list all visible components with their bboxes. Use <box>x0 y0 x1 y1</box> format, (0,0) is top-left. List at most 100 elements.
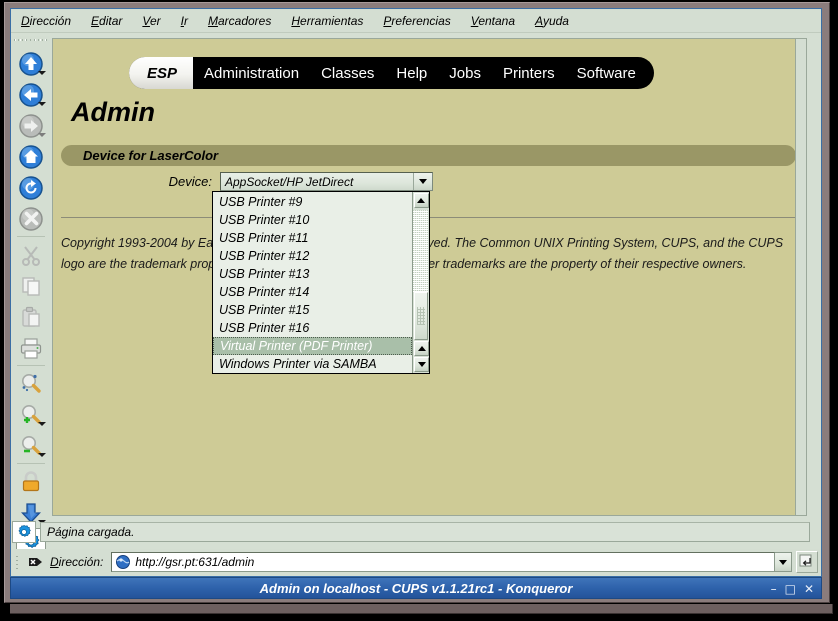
screen: Dirección Editar Ver Ir Marcadores Herra… <box>0 0 838 621</box>
toolbar-separator-3 <box>17 463 45 464</box>
scrollbar-down-button[interactable] <box>414 357 429 372</box>
tab-administration[interactable]: Administration <box>193 57 310 89</box>
window-controls: – □ ✕ <box>771 578 814 600</box>
window-title-bar[interactable]: Admin on localhost - CUPS v1.1.21rc1 - K… <box>10 577 822 599</box>
device-label: Device: <box>168 174 212 189</box>
close-button[interactable]: ✕ <box>804 583 814 595</box>
arrow-up-icon <box>417 198 425 203</box>
scrollbar-thumb-grip <box>417 307 425 325</box>
menu-item-direccion[interactable]: Dirección <box>21 12 82 30</box>
toolbar-zoom-in-button[interactable] <box>13 399 49 430</box>
menu-label-ir: r <box>183 13 188 28</box>
location-bar-grip[interactable] <box>15 553 22 571</box>
location-label-accel: D <box>50 555 59 569</box>
paste-icon <box>22 306 40 327</box>
dropdown-option[interactable]: USB Printer #14 <box>213 283 412 301</box>
minimize-button[interactable]: – <box>771 583 777 595</box>
go-button[interactable] <box>796 551 818 573</box>
scrollbar-thumb[interactable] <box>414 292 428 340</box>
dropdown-option[interactable]: USB Printer #10 <box>213 211 412 229</box>
reload-icon <box>19 175 43 200</box>
tab-software[interactable]: Software <box>566 57 654 89</box>
toolbar-zoom-out-button[interactable] <box>13 430 49 461</box>
gear-icon <box>18 525 31 537</box>
dropdown-option[interactable]: USB Printer #9 <box>213 193 412 211</box>
menu-item-ver[interactable]: Ver <box>142 12 171 30</box>
dropdown-option[interactable]: USB Printer #12 <box>213 247 412 265</box>
back-menu-caret-icon[interactable] <box>38 102 46 106</box>
toolbar-copy-button[interactable] <box>13 270 49 301</box>
tab-help[interactable]: Help <box>385 57 438 89</box>
toolbar-security-button[interactable] <box>13 466 49 497</box>
dropdown-options: USB Printer #9 USB Printer #10 USB Print… <box>213 192 412 373</box>
page-vertical-scrollbar[interactable] <box>795 38 807 516</box>
zoom-in-menu-caret-icon[interactable] <box>38 422 46 426</box>
menu-item-preferencias[interactable]: Preferencias <box>383 12 461 30</box>
scrollbar-up-button[interactable] <box>413 193 429 208</box>
toolbar-paste-button[interactable] <box>13 301 49 332</box>
toolbar-forward-button[interactable] <box>13 110 49 141</box>
clear-location-button[interactable] <box>27 553 45 571</box>
menu-accel-ayuda: A <box>535 13 543 28</box>
window-title: Admin on localhost - CUPS v1.1.21rc1 - K… <box>259 580 573 596</box>
dropdown-option[interactable]: USB Printer #16 <box>213 319 412 337</box>
menu-label-direccion: irección <box>29 13 72 28</box>
clear-location-icon <box>29 558 42 566</box>
menu-item-ayuda[interactable]: Ayuda <box>535 12 580 30</box>
device-select-toggle[interactable] <box>413 173 432 190</box>
menu-item-ir[interactable]: Ir <box>181 12 199 30</box>
chevron-down-icon <box>419 179 427 184</box>
tab-classes[interactable]: Classes <box>310 57 385 89</box>
device-select[interactable]: AppSocket/HP JetDirect <box>220 172 433 191</box>
cut-scissors-icon <box>22 245 40 266</box>
menu-label-marcadores: arcadores <box>217 13 272 28</box>
location-history-dropdown[interactable] <box>775 552 792 572</box>
copy-icon <box>22 276 40 296</box>
toolbar-grip-handle[interactable] <box>14 37 48 46</box>
toolbar-reload-button[interactable] <box>13 172 49 203</box>
tab-printers[interactable]: Printers <box>492 57 566 89</box>
toolbar-find-button[interactable] <box>13 368 49 399</box>
dropdown-scrollbar[interactable] <box>412 192 429 373</box>
forward-menu-caret-icon[interactable] <box>38 133 46 137</box>
location-input[interactable]: http://gsr.pt:631/admin <box>111 552 775 572</box>
toolbar-stop-button[interactable] <box>13 203 49 234</box>
status-gear-button[interactable] <box>12 521 36 543</box>
toolbar-print-button[interactable] <box>13 332 49 363</box>
page-viewport: ESP Administration Classes Help Jobs Pri… <box>52 38 807 516</box>
dropdown-option[interactable]: USB Printer #11 <box>213 229 412 247</box>
menu-item-editar[interactable]: Editar <box>91 12 133 30</box>
toolbar-up-button[interactable] <box>13 48 49 79</box>
konqueror-globe-icon <box>115 554 132 570</box>
zoom-out-menu-caret-icon[interactable] <box>38 453 46 457</box>
toolbar-cut-button[interactable] <box>13 239 49 270</box>
device-select-value: AppSocket/HP JetDirect <box>225 174 354 189</box>
menu-accel-editar: E <box>91 13 100 28</box>
tab-jobs[interactable]: Jobs <box>438 57 492 89</box>
dropdown-option[interactable]: USB Printer #15 <box>213 301 412 319</box>
status-message: Página cargada. <box>40 522 810 542</box>
scrollbar-up-button-bottom[interactable] <box>414 341 429 356</box>
maximize-button[interactable]: □ <box>785 583 796 595</box>
cups-tab-bar: ESP Administration Classes Help Jobs Pri… <box>129 57 654 89</box>
device-dropdown-list[interactable]: USB Printer #9 USB Printer #10 USB Print… <box>212 191 430 374</box>
menu-item-marcadores[interactable]: Marcadores <box>208 12 282 30</box>
menu-label-editar: ditar <box>99 13 123 28</box>
toolbar-home-button[interactable] <box>13 141 49 172</box>
copyright-text: Copyright 1993-2004 by Easy Software Pro… <box>61 233 801 275</box>
menu-item-ventana[interactable]: Ventana <box>471 12 526 30</box>
dropdown-option-selected[interactable]: Virtual Printer (PDF Printer) <box>213 337 412 355</box>
toolbar-separator-2 <box>17 365 45 366</box>
toolbar-back-button[interactable] <box>13 79 49 110</box>
menu-accel-marcadores: M <box>207 13 218 28</box>
scrollbar-track[interactable] <box>413 210 428 292</box>
tab-esp[interactable]: ESP <box>129 57 194 89</box>
dropdown-option[interactable]: USB Printer #13 <box>213 265 412 283</box>
up-menu-caret-icon[interactable] <box>38 71 46 75</box>
device-field-row: Device: AppSocket/HP JetDirect <box>53 172 433 191</box>
menu-item-herramientas[interactable]: Herramientas <box>291 12 374 30</box>
dropdown-option[interactable]: Windows Printer via SAMBA <box>213 355 412 373</box>
chevron-down-icon <box>779 559 787 565</box>
section-header-bar: Device for LaserColor <box>61 145 796 166</box>
page-title: Admin <box>71 97 155 127</box>
